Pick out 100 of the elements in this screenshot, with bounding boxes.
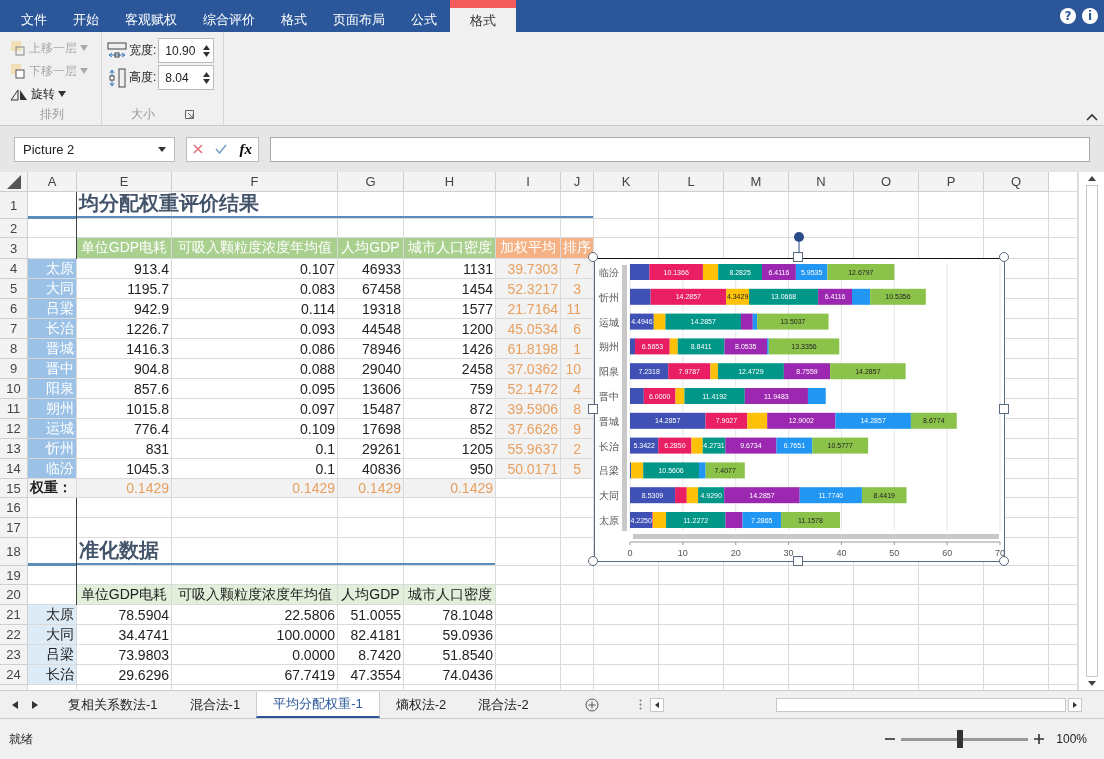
row-header[interactable]: 16 (0, 498, 28, 518)
row-header[interactable]: 14 (0, 459, 28, 479)
column-header[interactable]: O (854, 172, 919, 192)
row-header[interactable]: 4 (0, 259, 28, 279)
table-cell: 0.097 (172, 399, 338, 419)
status-text: 就绪 (9, 730, 33, 748)
window-button[interactable]: i (1082, 8, 1098, 24)
row-header[interactable]: 2 (0, 219, 28, 238)
table-cell: 朔州 (28, 399, 77, 419)
table-cell: 10 (561, 359, 594, 379)
row-header[interactable]: 10 (0, 379, 28, 399)
sheet-tab[interactable]: 平均分配权重-1 (256, 691, 380, 718)
row-header[interactable]: 12 (0, 419, 28, 439)
table-cell: 47.3554 (338, 665, 404, 685)
row-header[interactable]: 24 (0, 665, 28, 685)
menu-tab[interactable]: 格式 (450, 0, 516, 32)
column-header[interactable]: A (28, 172, 77, 192)
column-header[interactable]: N (789, 172, 854, 192)
number-field[interactable]: 10.90 (158, 38, 215, 63)
sheet-tab[interactable]: 混合法-1 (173, 691, 257, 718)
table-cell: 67458 (338, 279, 404, 299)
sheet-tab[interactable]: 混合法-2 (462, 691, 545, 718)
table-cell: 临汾 (28, 459, 77, 479)
number-field[interactable]: 8.04 (158, 65, 215, 90)
tick-label: 40 (836, 548, 847, 558)
table-cell: 942.9 (77, 299, 172, 319)
row-header[interactable]: 9 (0, 359, 28, 379)
table-cell: 55.9637 (496, 439, 561, 459)
axis-label: 吕梁 (599, 465, 619, 477)
row-header[interactable]: 11 (0, 399, 28, 419)
row-header[interactable]: 21 (0, 605, 28, 625)
menu-tab[interactable]: 公式 (398, 0, 450, 32)
row-header[interactable]: 1 (0, 192, 28, 219)
column-header[interactable]: H (404, 172, 496, 192)
row-header[interactable]: 20 (0, 585, 28, 605)
table-header: 单位GDP电耗 (77, 238, 172, 259)
table-cell: 904.8 (77, 359, 172, 379)
table-cell: 0.1429 (404, 479, 496, 498)
column-header[interactable]: K (594, 172, 659, 192)
table-cell: 0.088 (172, 359, 338, 379)
table-cell: 0.083 (172, 279, 338, 299)
table-cell: 37.0362 (496, 359, 561, 379)
row-header[interactable]: 7 (0, 319, 28, 339)
table-cell: 29261 (338, 439, 404, 459)
row-header[interactable]: 22 (0, 625, 28, 645)
column-header[interactable]: J (561, 172, 594, 192)
row-header[interactable]: 17 (0, 518, 28, 538)
column-header[interactable]: P (919, 172, 984, 192)
row-header[interactable]: 23 (0, 645, 28, 665)
axis-label: 太原 (599, 515, 619, 526)
column-header[interactable]: F (172, 172, 338, 192)
table-header: 加权平均 (496, 238, 561, 259)
row-header[interactable]: 13 (0, 439, 28, 459)
row-header[interactable]: 3 (0, 238, 28, 259)
row-header[interactable]: 6 (0, 299, 28, 319)
insert-function-button[interactable]: fx (239, 140, 252, 158)
ribbon-button[interactable]: 旋转 (8, 84, 95, 104)
table-cell: 4 (561, 379, 594, 399)
column-header[interactable]: G (338, 172, 404, 192)
row-header[interactable]: 15 (0, 479, 28, 498)
row-header[interactable]: 8 (0, 339, 28, 359)
table-cell: 0.114 (172, 299, 338, 319)
row-header[interactable]: 19 (0, 566, 28, 585)
table-cell: 0.1429 (77, 479, 172, 498)
table-cell: 78.1048 (404, 605, 496, 625)
column-header[interactable]: Q (984, 172, 1049, 192)
axis-label: 忻州 (599, 291, 619, 303)
table-cell: 52.3217 (496, 279, 561, 299)
tick-label: 10 (677, 548, 688, 558)
column-header[interactable]: L (659, 172, 724, 192)
row-header[interactable]: 18 (0, 538, 28, 566)
column-header[interactable]: E (77, 172, 172, 192)
table-cell: 1195.7 (77, 279, 172, 299)
menu-tab[interactable]: 页面布局 (320, 0, 398, 32)
menu-tab[interactable]: 客观赋权 (112, 0, 190, 32)
window-button[interactable]: ? (1060, 8, 1076, 24)
table-cell: 39.7303 (496, 259, 561, 279)
column-header[interactable]: M (724, 172, 789, 192)
table-cell: 2 (561, 439, 594, 459)
axis-label: 阳泉 (599, 366, 619, 378)
table-header: 人均GDP (338, 585, 404, 605)
table-cell: 34.4741 (77, 625, 172, 645)
table-header: 人均GDP (338, 238, 404, 259)
table-cell: 7 (561, 259, 594, 279)
sheet-tab[interactable]: 熵权法-2 (379, 691, 463, 718)
field-label: 宽度: (129, 42, 157, 59)
menu-tab[interactable]: 格式 (268, 0, 320, 32)
table-cell: 45.0534 (496, 319, 561, 339)
menu-tab[interactable]: 文件 (8, 0, 60, 32)
menu-tab[interactable]: 开始 (60, 0, 112, 32)
axis-label: 朔州 (599, 341, 619, 353)
table-cell: 8 (561, 399, 594, 419)
name-box[interactable]: Picture 2 (14, 136, 175, 162)
column-header[interactable]: I (496, 172, 561, 192)
menu-tab[interactable]: 综合评价 (190, 0, 268, 32)
table-cell: 9 (561, 419, 594, 439)
sheet-tab[interactable]: 复相关系数法-1 (52, 691, 174, 718)
row-header[interactable]: 5 (0, 279, 28, 299)
table-cell: 0.1429 (172, 479, 338, 498)
table-cell: 1226.7 (77, 319, 172, 339)
